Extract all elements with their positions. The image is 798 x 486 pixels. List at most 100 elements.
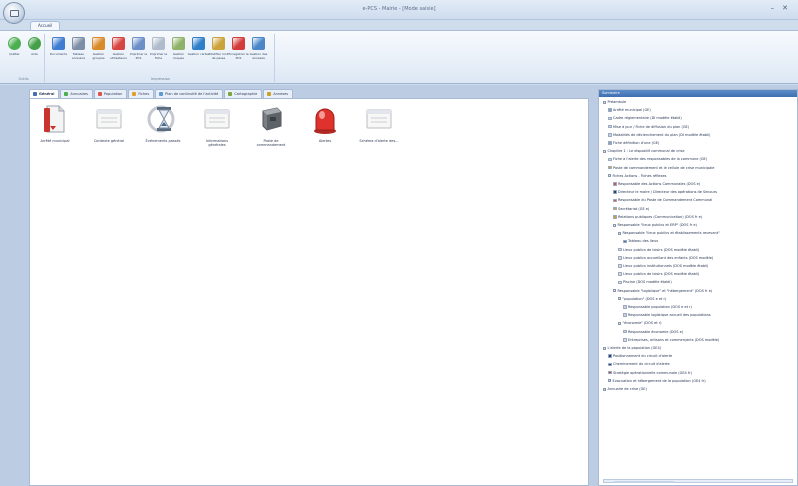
tree-expander-icon[interactable]: − bbox=[603, 346, 606, 350]
help-button[interactable]: Aide bbox=[25, 34, 44, 70]
tree-node[interactable]: Lieux publics de loisirs (DOS modèle éta… bbox=[618, 247, 699, 253]
module-command-post[interactable]: Poste de commandement bbox=[250, 103, 292, 147]
context-icon bbox=[93, 103, 125, 135]
exit-button[interactable]: Quitter bbox=[5, 34, 24, 70]
documents-button[interactable]: Documents bbox=[49, 34, 68, 70]
tree-node[interactable]: Secrétariat (GE e) bbox=[613, 206, 649, 212]
tree-expander-icon[interactable]: + bbox=[603, 387, 606, 391]
doc-tab-0[interactable]: Général bbox=[29, 89, 60, 98]
tree-node[interactable]: Responsable économie (DOS e) bbox=[623, 329, 683, 335]
tree-node[interactable]: Entreprises, artisans et commerçants (DO… bbox=[623, 337, 719, 343]
document-node-icon bbox=[613, 206, 617, 211]
tree-expander-icon[interactable]: − bbox=[603, 149, 606, 153]
tree-node[interactable]: Mise à jour / Fiche de diffusion du plan… bbox=[608, 124, 689, 130]
ribbon-button-label: Enregistrer le PCS bbox=[228, 52, 249, 60]
risks-button[interactable]: Gestion risques bbox=[169, 34, 188, 70]
tree-node[interactable]: Lieux publics institutionnels (DOS modèl… bbox=[618, 263, 708, 269]
tree-node-label: Poste de commandement et le cellule de c… bbox=[613, 165, 715, 170]
tab-icon bbox=[228, 92, 233, 96]
doc-tab-1[interactable]: Annuaires bbox=[60, 89, 93, 98]
tree-node[interactable]: Responsable des Actions Communales (DOS … bbox=[613, 181, 700, 187]
tree-expander-icon[interactable]: − bbox=[618, 297, 621, 301]
print-button[interactable]: Imprimer le PCS bbox=[129, 34, 148, 70]
tree-node[interactable]: − Chapitre 1 : Le dispositif communal de … bbox=[603, 148, 685, 154]
tree-node[interactable]: + Evacuation et hébergement de la populat… bbox=[608, 378, 706, 384]
document-node-icon bbox=[608, 124, 612, 129]
doc-tab-label: Annuaires bbox=[70, 92, 88, 96]
maps-button[interactable]: Gestion cartes bbox=[188, 34, 209, 70]
tree-node[interactable]: − L'alerte de la population (GE4) bbox=[603, 345, 661, 351]
tree-expander-icon[interactable]: − bbox=[613, 289, 616, 293]
tab-icon bbox=[33, 92, 37, 96]
tree-node[interactable]: − "économie" (DOS et r) bbox=[618, 320, 662, 326]
tree-node[interactable]: Lieux publics accueillant des enfants (D… bbox=[618, 255, 713, 261]
module-context[interactable]: Contexte général bbox=[88, 103, 130, 143]
tree-node[interactable]: Tableau des lieux bbox=[623, 238, 658, 244]
tree-node[interactable]: Stratégie opérationnelle communale (GE4 … bbox=[608, 370, 692, 376]
tree-expander-icon[interactable]: − bbox=[608, 174, 611, 178]
doc-tab-3[interactable]: Fiches bbox=[128, 89, 155, 98]
tree-node[interactable]: Lieux publics de loisirs (DOS modèle éta… bbox=[618, 271, 699, 277]
tree-node[interactable]: Piscine (DOS modèle établi) bbox=[618, 279, 672, 285]
module-decree[interactable]: Arrêté municipal bbox=[34, 103, 76, 143]
tree-node[interactable]: Cadre réglementaire (DI modèle établi) bbox=[608, 115, 682, 121]
tree-expander-icon[interactable]: − bbox=[618, 231, 621, 235]
tree-expander-icon[interactable]: + bbox=[608, 379, 611, 383]
tab-icon bbox=[97, 92, 102, 96]
tree-expander-icon[interactable]: − bbox=[603, 100, 606, 104]
print-sheet-button[interactable]: Imprimer la fiche bbox=[149, 34, 168, 70]
tree-node[interactable]: Relations publiques (Communication) (DOS… bbox=[613, 214, 702, 220]
doc-tab-4[interactable]: Plan de continuité de l'activité bbox=[155, 89, 224, 98]
tree-expander-icon[interactable]: − bbox=[613, 223, 616, 227]
ribbon-button-label: Tableau annuaire bbox=[71, 52, 86, 60]
module-info[interactable]: Informations générales bbox=[196, 103, 238, 147]
annexes-button[interactable]: Gestion des annexes bbox=[249, 34, 268, 70]
tree-node[interactable]: Responsable du Poste de Commandement Com… bbox=[613, 197, 712, 203]
module-alert-siren[interactable]: Alertes bbox=[304, 103, 346, 143]
tree-node[interactable]: Directeur le maire / Directeur des opéra… bbox=[613, 189, 717, 195]
window-controls: – ✕ bbox=[771, 4, 788, 12]
tree-node[interactable]: Responsable population (DOS e et r) bbox=[623, 304, 692, 310]
tree-node[interactable]: Poste de commandement et le cellule de c… bbox=[608, 165, 714, 171]
summary-panel: Sommaire − Préambule Arrêté municipal (GE)… bbox=[598, 89, 798, 486]
tree-node[interactable]: − Responsable "lieux publics et ERP" (DOS… bbox=[613, 222, 697, 228]
tree-node[interactable]: Responsable logistique accueil des popul… bbox=[623, 312, 711, 318]
tree-node[interactable]: Cheminement du circuit d'alerte bbox=[608, 361, 670, 367]
tree-node[interactable]: Modalités de déclenchement du plan (DI m… bbox=[608, 132, 710, 138]
ribbon-button-label: Gestion risques bbox=[172, 52, 185, 60]
tree-node[interactable]: − "population" (DOS e et r) bbox=[618, 296, 666, 302]
tree-node-label: Lieux publics de loisirs (DOS modèle éta… bbox=[623, 272, 700, 277]
save-pcs-button[interactable]: Enregistrer le PCS bbox=[228, 34, 249, 70]
ribbon-group-items: Documents Tableau annuaire Gestion groupes… bbox=[47, 34, 274, 70]
tree-node[interactable]: − Fiches Actions - Fiches réflexes bbox=[608, 173, 666, 179]
tree-node[interactable]: − Responsable "lieux publics et établisse… bbox=[618, 230, 720, 236]
app-logo-icon bbox=[10, 10, 19, 17]
tree-node[interactable]: − Préambule bbox=[603, 99, 626, 105]
groups-button[interactable]: Gestion groupes bbox=[89, 34, 108, 70]
tree-node[interactable]: Fiche définition d'une (GE) bbox=[608, 140, 659, 146]
tree-expander-icon[interactable]: − bbox=[618, 321, 621, 325]
tree-node[interactable]: Arrêté municipal (GE) bbox=[608, 107, 651, 113]
tree-node[interactable]: − Responsable "logistique" et "hébergemen… bbox=[613, 288, 712, 294]
tree-node[interactable]: + Annuaire de crise (GE) bbox=[603, 386, 647, 392]
scrollbar-thumb[interactable] bbox=[614, 480, 674, 483]
doc-tab-5[interactable]: Cartographie bbox=[224, 89, 263, 98]
module-alert-scheme[interactable]: Schéma d'alerte des... bbox=[358, 103, 400, 143]
maps-icon bbox=[192, 37, 205, 50]
tree-node-label: Préambule bbox=[607, 100, 627, 104]
close-button[interactable]: ✕ bbox=[782, 4, 788, 12]
minimize-button[interactable]: – bbox=[771, 4, 775, 12]
tree-node-label: Fiches Actions - Fiches réflexes bbox=[612, 173, 667, 178]
module-hourglass[interactable]: Événements passés bbox=[142, 103, 184, 143]
doc-tab-6[interactable]: Annexes bbox=[263, 89, 294, 98]
directory-button[interactable]: Tableau annuaire bbox=[69, 34, 88, 70]
ribbon-group-items: Quitter Aide bbox=[3, 34, 44, 70]
groups-icon bbox=[92, 37, 105, 50]
tree-node[interactable]: Fiche à l'alerte des responsables de la … bbox=[608, 156, 707, 162]
application-menu-button[interactable] bbox=[3, 2, 25, 24]
password-button[interactable]: Modifier mot de passe bbox=[209, 34, 228, 70]
users-button[interactable]: Gestion utilisateurs bbox=[109, 34, 128, 70]
doc-tab-2[interactable]: Population bbox=[93, 89, 128, 98]
tree-node[interactable]: Positionnement du circuit d'alerte bbox=[608, 353, 672, 359]
summary-horizontal-scrollbar[interactable] bbox=[603, 479, 793, 483]
